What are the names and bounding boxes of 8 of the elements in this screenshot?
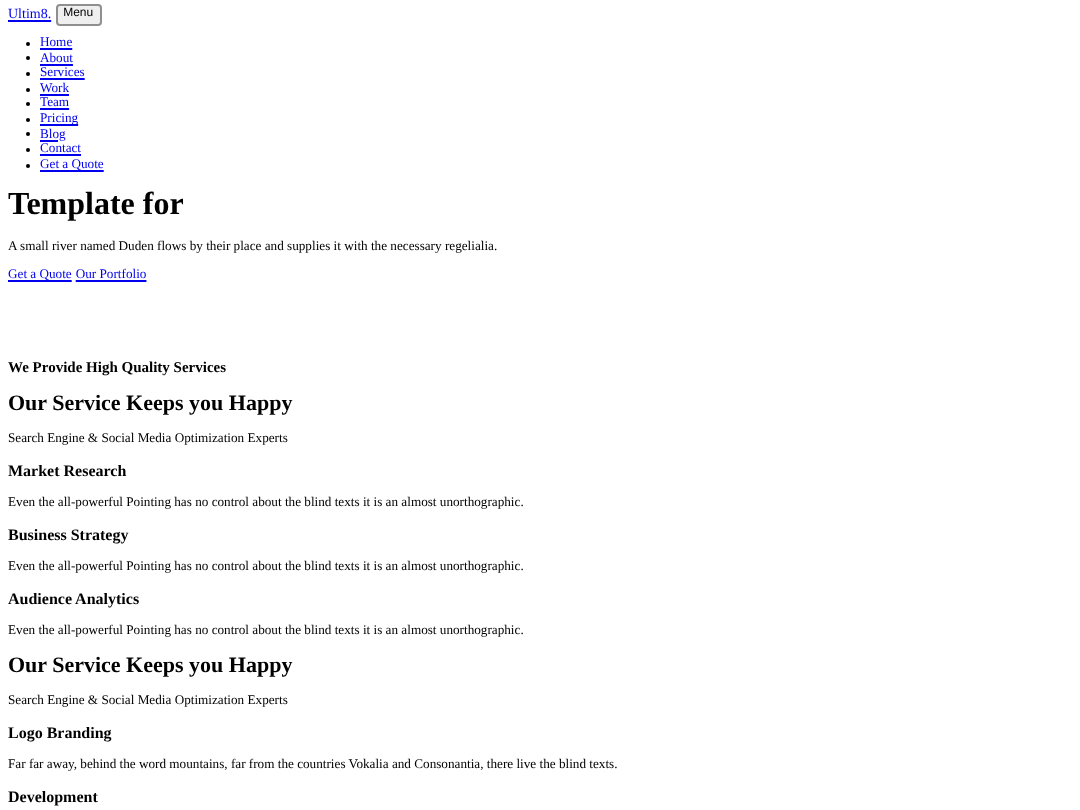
section-heading: Our Service Keeps you Happy xyxy=(8,392,295,419)
service-title: Logo Branding xyxy=(8,724,114,745)
service-title: Development xyxy=(8,788,100,809)
service-title: Business Strategy xyxy=(8,526,131,547)
service-title: Audience Analytics xyxy=(8,590,142,611)
service-title: Market Research xyxy=(8,462,129,483)
section-heading: Our Service Keeps you Happy xyxy=(8,654,295,681)
hero-title: Template for xyxy=(8,188,186,225)
